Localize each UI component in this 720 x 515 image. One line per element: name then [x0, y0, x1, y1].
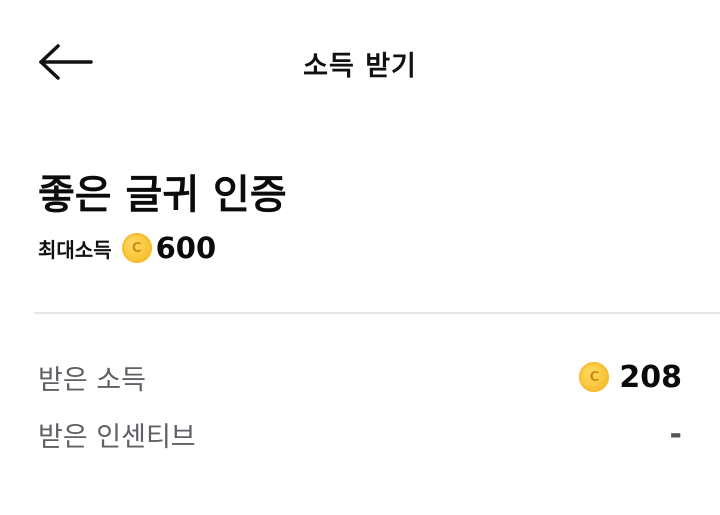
coin-icon: C	[579, 362, 610, 392]
reward-card: 좋은 글귀 인증 최대소득 C 600	[0, 124, 720, 312]
max-income-value: 600	[155, 231, 217, 265]
income-page: 소득 받기 좋은 글귀 인증 최대소득 C 600 받은 소득 C 208 받은…	[0, 0, 720, 515]
coin-icon: C	[121, 233, 152, 263]
received-incentive-value: -	[669, 416, 682, 452]
page-title: 소득 받기	[303, 51, 417, 82]
reward-title: 좋은 글귀 인증	[38, 172, 287, 218]
coin-letter: C	[589, 369, 600, 385]
max-income-label: 최대소득	[38, 237, 112, 262]
received-income-amount: C 208	[579, 360, 682, 395]
coin-letter: C	[131, 240, 142, 256]
received-income-value: 208	[619, 359, 682, 395]
header: 소득 받기	[0, 0, 720, 124]
received-incentive-label: 받은 인센티브	[38, 421, 196, 453]
received-incentive-row: 받은 인센티브 -	[38, 414, 682, 454]
divider	[34, 312, 720, 314]
received-income-label: 받은 소득	[38, 364, 146, 396]
received-income-row: 받은 소득 C 208	[38, 357, 682, 397]
max-income-row: 최대소득 C 600	[38, 230, 216, 266]
